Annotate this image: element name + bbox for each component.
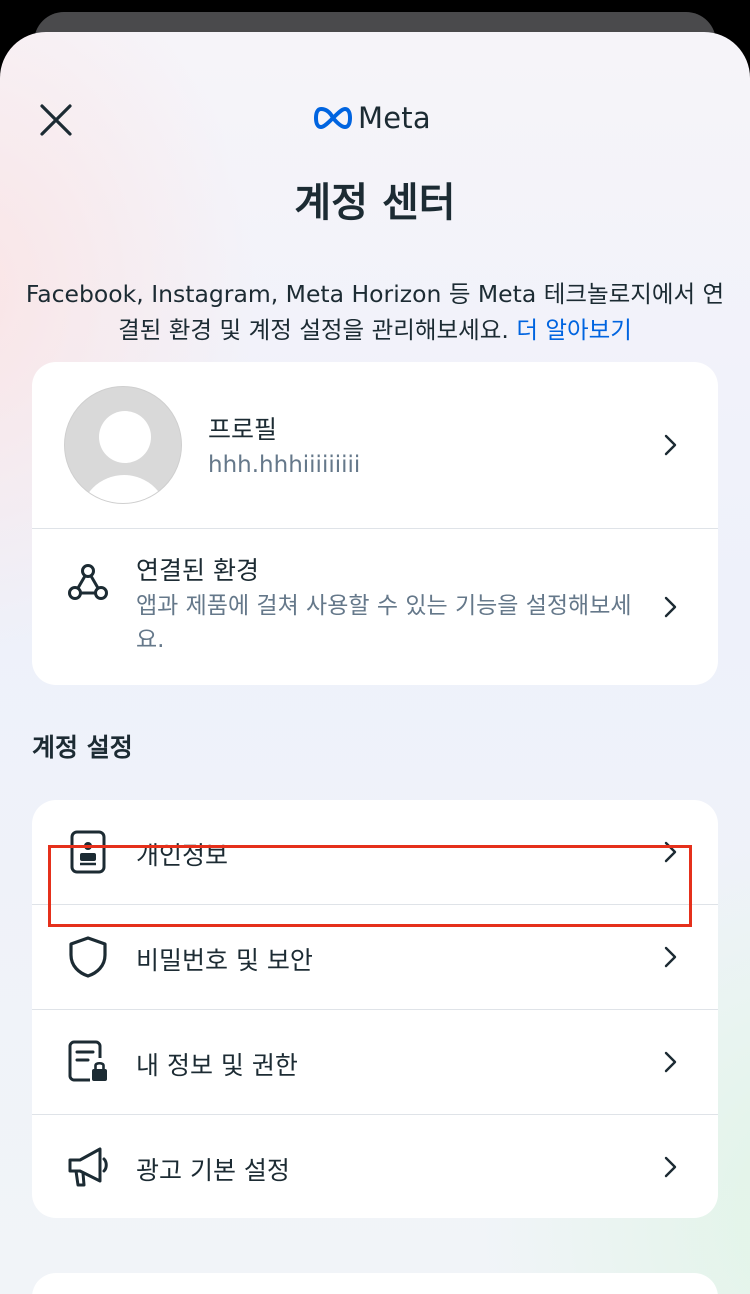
account-settings-heading: 계정 설정 [32, 733, 133, 762]
shield-icon [69, 936, 107, 978]
meta-infinity-icon [314, 107, 352, 129]
connected-experiences-title: 연결된 환경 [136, 556, 259, 585]
learn-more-link[interactable]: 더 알아보기 [516, 316, 632, 344]
profile-username: hhh.hhhiiiiiiiii [208, 452, 361, 478]
ad-preferences-row[interactable]: 광고 기본 설정 [32, 1115, 718, 1218]
chevron-right-icon [664, 434, 677, 456]
close-button[interactable] [30, 94, 82, 146]
page-title: 계정 센터 [294, 180, 456, 226]
megaphone-icon [68, 1147, 108, 1187]
next-card [32, 1273, 718, 1294]
meta-logo: Meta [314, 98, 431, 138]
id-card-icon [70, 830, 106, 874]
accounts-center-sheet: Meta 계정 센터 Facebook, Instagram, Meta Hor… [0, 32, 750, 1294]
personal-info-label: 개인정보 [136, 841, 229, 870]
account-settings-card: 개인정보 비밀번호 및 보안 내 정보 및 권한 광고 기본 설정 [32, 800, 718, 1218]
avatar [64, 386, 182, 504]
chevron-right-icon [664, 1156, 677, 1178]
meta-wordmark: Meta [358, 101, 431, 135]
info-permissions-label: 내 정보 및 권한 [136, 1051, 298, 1080]
profile-label: 프로필 [208, 415, 278, 444]
chevron-right-icon [664, 841, 677, 863]
personal-info-row[interactable]: 개인정보 [32, 800, 718, 904]
profile-row[interactable]: 프로필 hhh.hhhiiiiiiiii [32, 362, 718, 528]
document-lock-icon [68, 1040, 107, 1082]
chevron-right-icon [664, 1051, 677, 1073]
chevron-right-icon [664, 946, 677, 968]
info-permissions-row[interactable]: 내 정보 및 권한 [32, 1010, 718, 1114]
password-security-row[interactable]: 비밀번호 및 보안 [32, 905, 718, 1009]
password-security-label: 비밀번호 및 보안 [136, 946, 313, 975]
connected-experiences-row[interactable]: 연결된 환경 앱과 제품에 걸쳐 사용할 수 있는 기능을 설정해보세요. [32, 529, 718, 685]
ad-preferences-label: 광고 기본 설정 [136, 1156, 290, 1185]
connected-experiences-icon [68, 564, 108, 600]
profile-card: 프로필 hhh.hhhiiiiiiiii 연결된 환경 앱과 제품에 걸쳐 사용… [32, 362, 718, 685]
close-icon [40, 104, 72, 136]
connected-experiences-subtitle: 앱과 제품에 걸쳐 사용할 수 있는 기능을 설정해보세요. [136, 593, 632, 653]
chevron-right-icon [664, 596, 677, 618]
page-description: Facebook, Instagram, Meta Horizon 등 Meta… [20, 276, 730, 348]
